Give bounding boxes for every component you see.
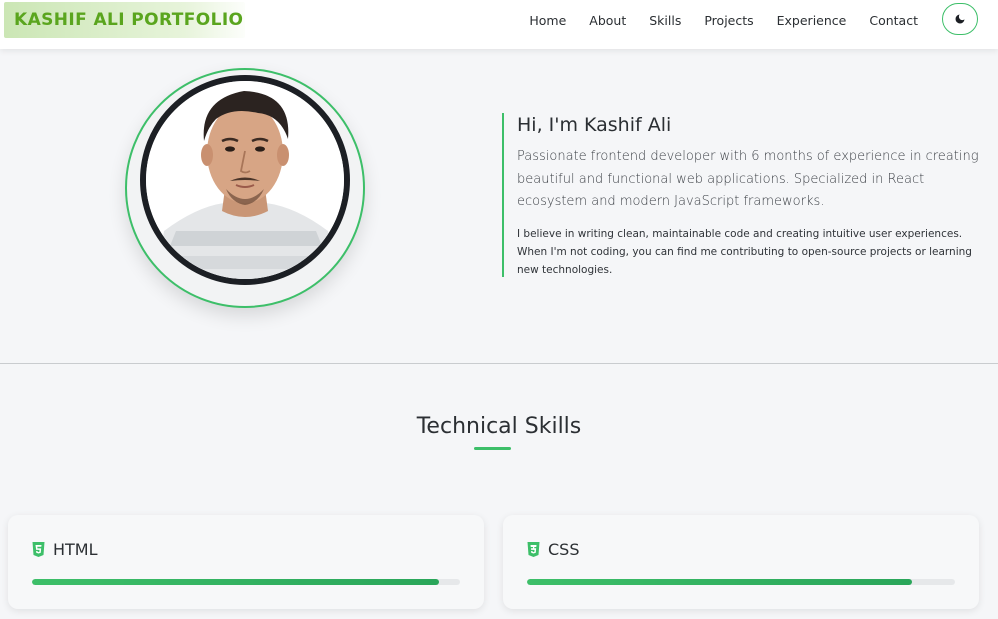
skill-progress-track bbox=[32, 579, 460, 585]
intro-body: I believe in writing clean, maintainable… bbox=[517, 228, 972, 276]
html5-icon bbox=[32, 542, 45, 557]
title-underline bbox=[474, 447, 511, 450]
nav-link-contact[interactable]: Contact bbox=[869, 13, 918, 28]
skill-name: HTML bbox=[53, 540, 98, 559]
skill-header: HTML bbox=[32, 540, 98, 559]
skills-section-title: Technical Skills bbox=[416, 414, 582, 439]
theme-toggle-button[interactable] bbox=[942, 3, 978, 35]
site-logo[interactable]: KASHIF ALI PORTFOLIO bbox=[4, 2, 245, 38]
intro-accent-bar bbox=[502, 113, 504, 277]
nav-link-skills[interactable]: Skills bbox=[649, 13, 681, 28]
nav-link-about[interactable]: About bbox=[589, 13, 626, 28]
nav-link-home[interactable]: Home bbox=[529, 13, 566, 28]
skill-card-css: CSS bbox=[503, 515, 979, 609]
nav-link-projects[interactable]: Projects bbox=[704, 13, 753, 28]
nav-links: Home About Skills Projects Experience Co… bbox=[506, 0, 918, 40]
navbar: KASHIF ALI PORTFOLIO Home About Skills P… bbox=[0, 0, 998, 49]
intro-lead: Passionate frontend developer with 6 mon… bbox=[517, 149, 979, 209]
skill-progress-fill bbox=[32, 579, 439, 585]
profile-photo bbox=[146, 81, 344, 279]
nav-link-experience[interactable]: Experience bbox=[777, 13, 847, 28]
profile-avatar bbox=[140, 75, 350, 285]
intro-title: Hi, I'm Kashif Ali bbox=[517, 114, 672, 136]
skill-header: CSS bbox=[527, 540, 579, 559]
moon-icon bbox=[955, 14, 965, 24]
section-divider bbox=[0, 363, 998, 364]
css3-icon bbox=[527, 542, 540, 557]
skill-progress-fill bbox=[527, 579, 913, 585]
logo-text: KASHIF ALI PORTFOLIO bbox=[14, 10, 244, 30]
skill-progress-track bbox=[527, 579, 955, 585]
skill-card-html: HTML bbox=[8, 515, 484, 609]
skill-name: CSS bbox=[548, 540, 580, 559]
